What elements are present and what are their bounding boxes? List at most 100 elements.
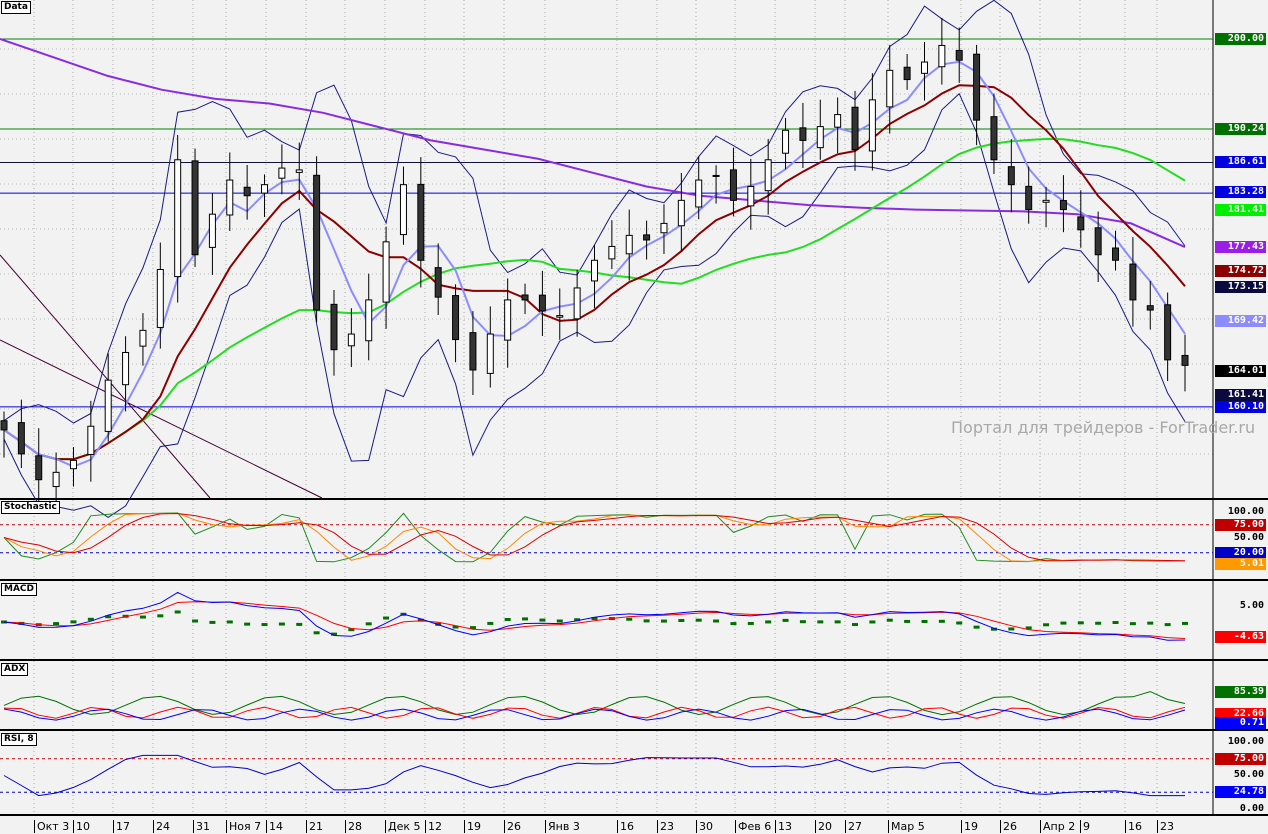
candle [35,455,43,481]
candle [208,213,216,248]
panel-label-main: Data [1,1,31,14]
axis-value-label: 0.00 [1239,803,1264,814]
candle [1025,185,1033,211]
date-axis-label: 10 [73,820,90,833]
date-axis-label: 26 [504,820,521,833]
candle [1181,354,1189,366]
date-axis-label: 26 [1000,820,1017,833]
candle [938,44,946,68]
candle [1077,216,1085,231]
candle [1146,305,1154,311]
candle [452,295,460,341]
date-axis-label: 19 [464,820,481,833]
candle [573,287,581,320]
axis-value-label: 190.24 [1215,123,1266,135]
date-axis-label: 30 [696,820,713,833]
date-axis-label: 9 [1080,820,1090,833]
candle [816,126,824,149]
candle [886,69,894,108]
axis-value-label: 161.41 [1215,389,1266,401]
candle [156,269,164,328]
date-axis-label: Фев 6 [735,820,771,833]
candle [1112,247,1120,261]
axis-value-label: 0.71 [1215,717,1266,729]
axis-value-label: 50.00 [1233,532,1264,543]
trendline [0,254,211,499]
axis-value-label: 100.00 [1227,506,1264,517]
candle [504,299,512,341]
date-axis-label: 31 [193,820,210,833]
candle [851,106,859,151]
candle [191,160,199,256]
candle [313,174,321,311]
candle [243,186,251,197]
axis-value-label: 5.01 [1215,558,1266,570]
candle [295,169,303,173]
axis-value-label: 173.15 [1215,281,1266,293]
candle [365,299,373,342]
panel-label-macd: MACD [1,583,37,596]
candle [52,471,60,488]
macd-line [3,591,1186,641]
candle [1042,199,1050,203]
axis-value-label: 50.00 [1233,769,1264,780]
date-axis-label: 20 [815,820,832,833]
date-axis-label: 23 [657,820,674,833]
axis-value-label: -4.63 [1215,631,1266,643]
candle [625,234,633,255]
candle [608,245,616,260]
date-axis-label: 19 [961,820,978,833]
candle [660,222,668,234]
candle [990,116,998,161]
date-axis-label: 21 [306,820,323,833]
candle [643,234,651,241]
candle [1059,200,1067,211]
candle [104,379,112,432]
date-axis-label: 13 [775,820,792,833]
candle [747,186,755,207]
candle [399,184,407,236]
candle [1094,227,1102,256]
axis-value-label: 5.00 [1239,600,1264,611]
candle [0,420,8,431]
candle [1129,263,1137,301]
candle [799,127,807,141]
candle [677,199,685,227]
date-axis-label: Апр 2 [1040,820,1075,833]
date-axis-label: 16 [617,820,634,833]
date-axis-label: Окт 3 [34,820,69,833]
date-axis-label: 24 [153,820,170,833]
rsi-line [3,754,1185,797]
axis-value-label: 183.28 [1215,186,1266,198]
date-axis-label: 16 [1125,820,1142,833]
axis-value-label: 160.10 [1215,401,1266,413]
macd-signal-line [3,601,1186,639]
date-axis-label: 28 [345,820,362,833]
candle [538,294,546,312]
date-axis-label: 12 [425,820,442,833]
axis-value-label: 181.41 [1215,204,1266,216]
axis-value-label: 75.00 [1215,519,1266,531]
candle [955,49,963,61]
candle [1164,304,1172,361]
candle [139,329,147,347]
minus-di-line [3,708,1186,721]
chart-canvas[interactable] [0,0,1268,834]
candle [521,294,529,301]
candle [69,459,77,470]
candle [87,425,95,455]
panel-label-adx: ADX [1,663,29,676]
chart-window: Data Stochastic MACD ADX RSI, 8 Портал д… [0,0,1268,834]
candle [729,169,737,201]
candle [174,159,182,278]
candle [868,99,876,152]
candle [556,315,564,318]
candle [382,241,390,303]
date-axis-label: Ноя 7 [226,820,261,833]
candle [591,259,598,282]
candle [486,333,494,374]
axis-value-label: 164.01 [1215,365,1266,377]
date-axis-label: 23 [1157,820,1174,833]
panel-label-stochastic: Stochastic [1,501,60,514]
date-axis-label: Дек 5 [385,820,421,833]
